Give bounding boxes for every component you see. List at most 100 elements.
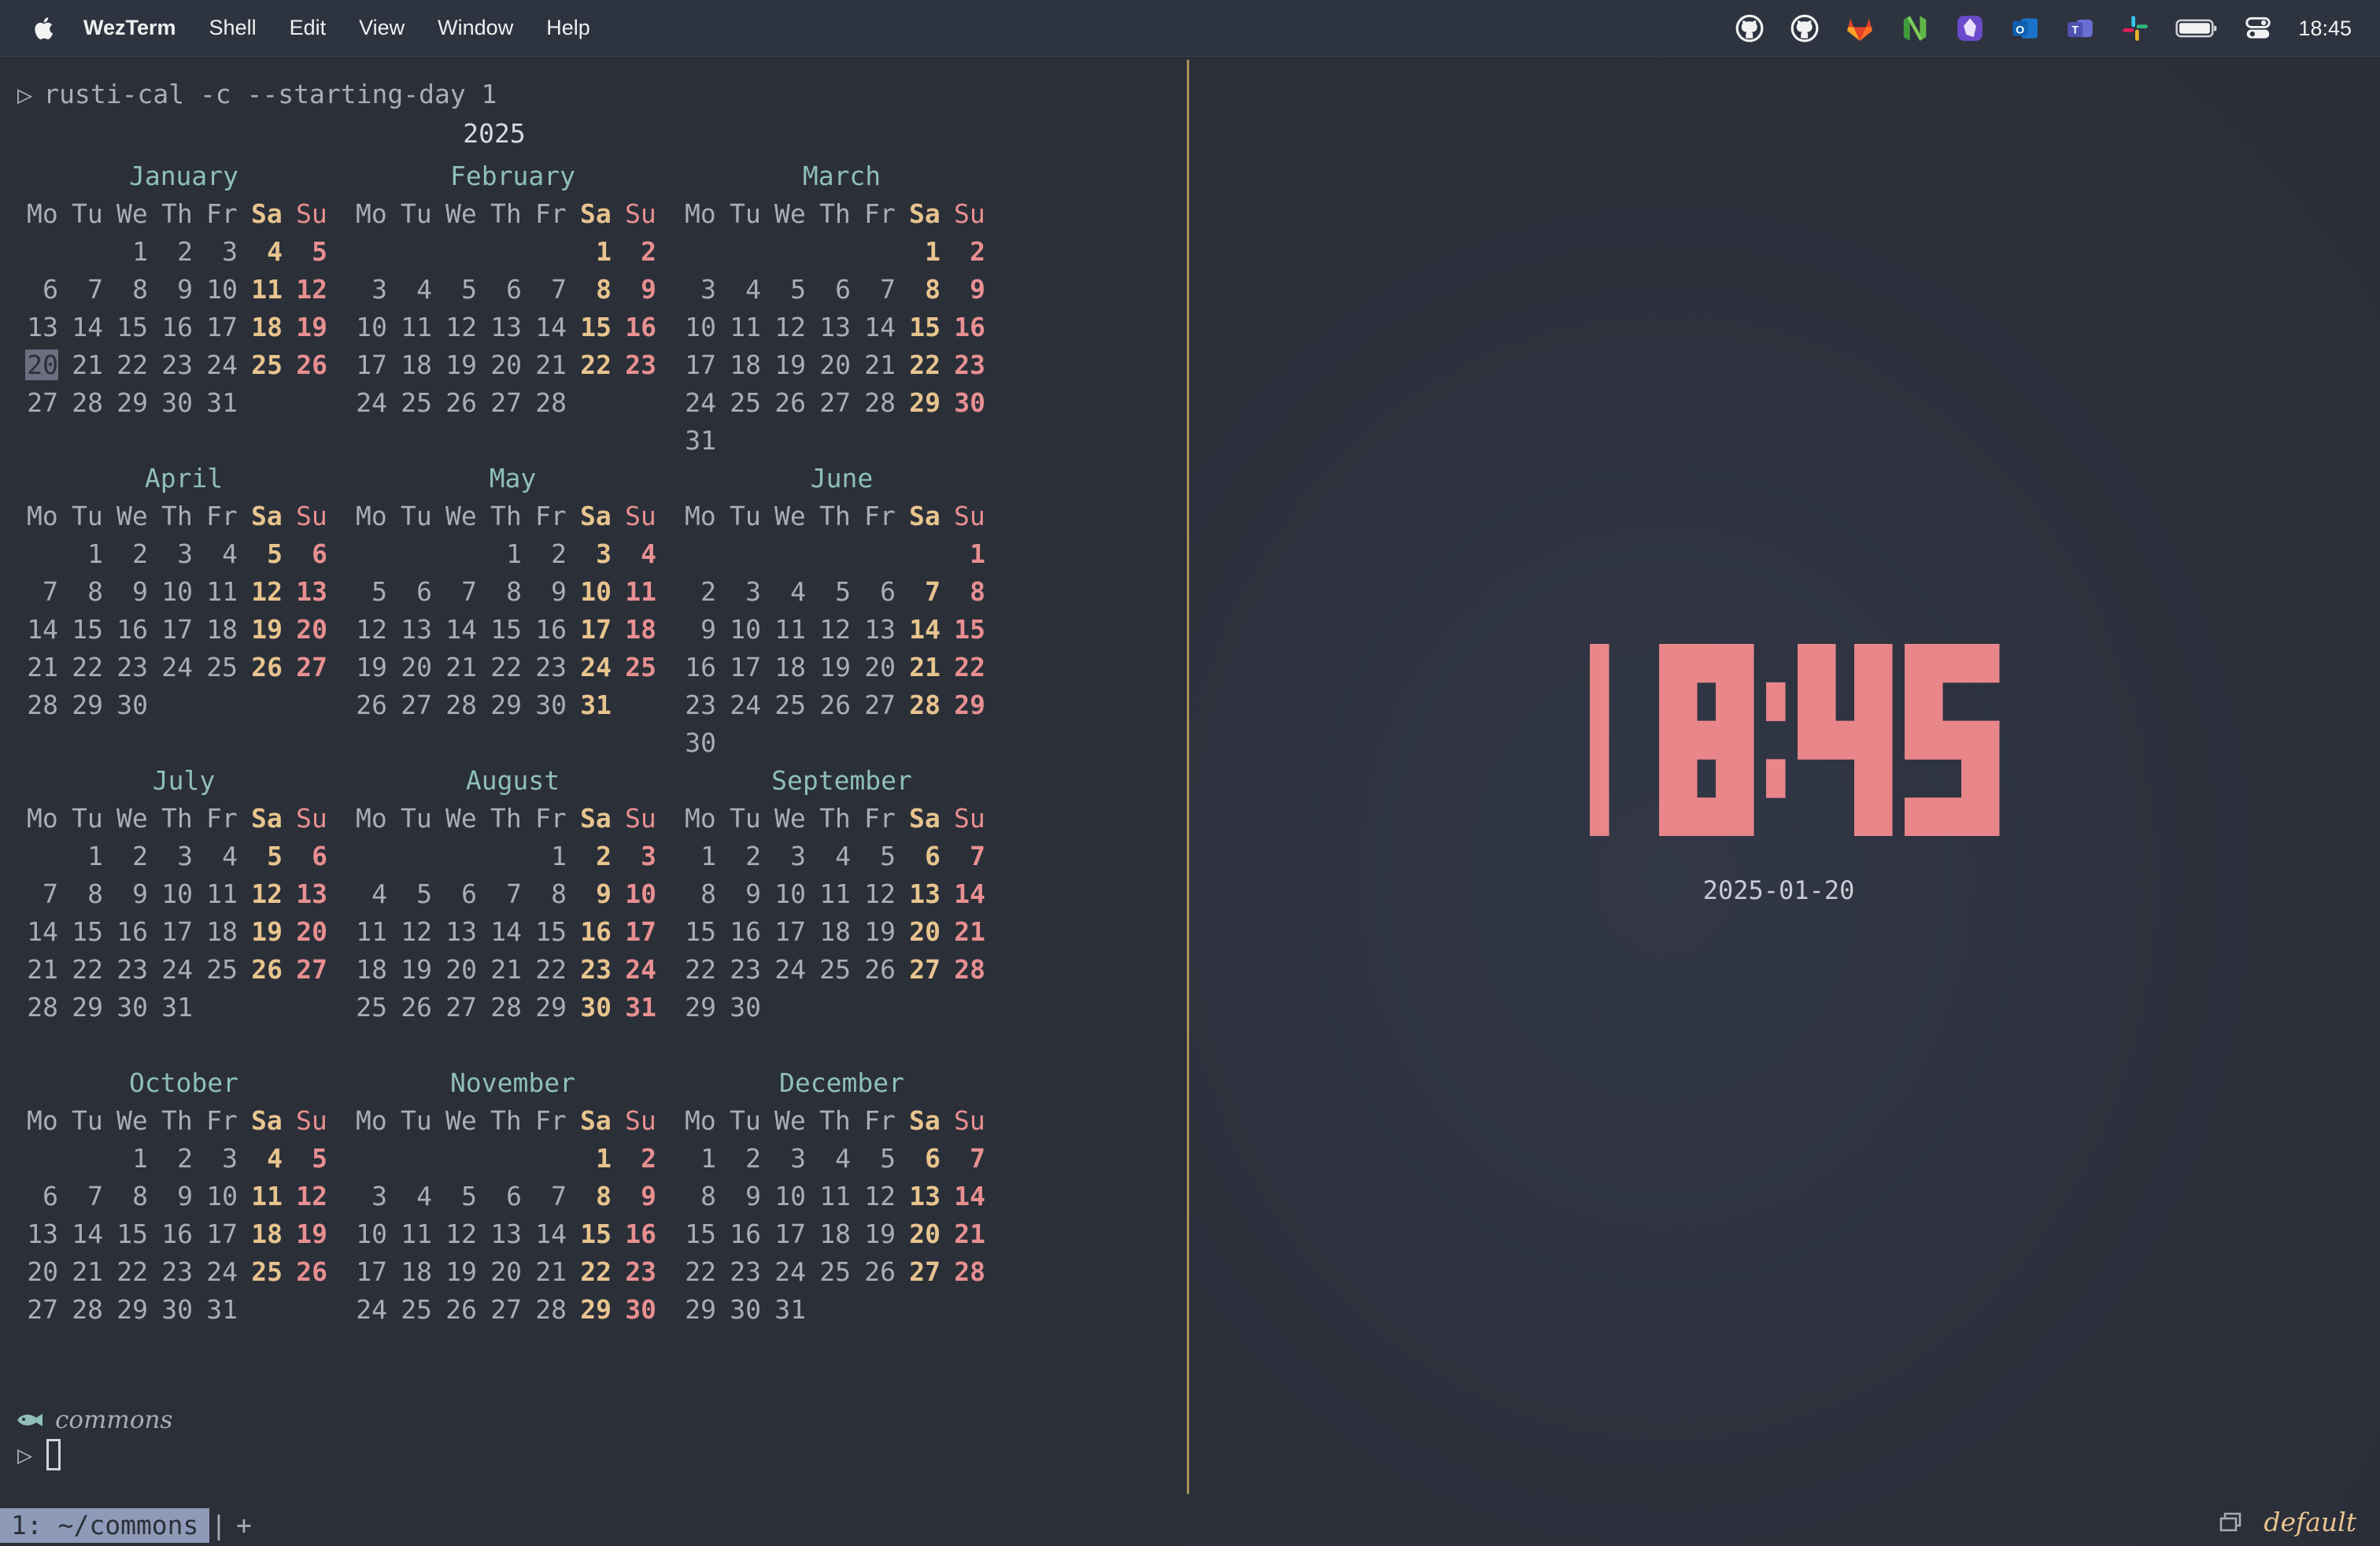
calendar-day: 21 xyxy=(72,1256,103,1287)
github-icon[interactable] xyxy=(1733,12,1766,45)
calendar-day: 14 xyxy=(535,1219,567,1249)
weekday-header: Th xyxy=(490,1105,522,1136)
terminal-pane[interactable]: ▷ rusti-cal -c --starting-day 1 2025 Jan… xyxy=(0,60,1187,1494)
clock-pixel xyxy=(1735,759,1754,798)
calendar-day: 24 xyxy=(774,1256,806,1287)
weekday-header: We xyxy=(116,803,148,834)
calendar-day: 25 xyxy=(819,1256,851,1287)
calendar-day: 22 xyxy=(685,1256,716,1287)
weekday-header: Su xyxy=(954,803,985,834)
menu-help[interactable]: Help xyxy=(546,16,590,40)
weekday-header: Mo xyxy=(685,198,716,229)
calendar-day: 15 xyxy=(954,614,985,645)
calendar-day: 2 xyxy=(641,1143,656,1174)
calendar-day: 5 xyxy=(267,841,283,871)
calendar-day: 24 xyxy=(580,652,612,682)
gitlab-icon[interactable] xyxy=(1843,12,1876,45)
tab-active[interactable]: 1: ~/commons xyxy=(0,1508,210,1543)
weekday-header: Sa xyxy=(251,501,283,531)
calendar-day: 7 xyxy=(42,576,58,607)
calendar-day: 7 xyxy=(551,1181,567,1211)
clock-pixel xyxy=(1697,720,1717,760)
calendar-day: 28 xyxy=(535,1294,567,1325)
calendar-day: 19 xyxy=(401,954,432,985)
clock-pixel xyxy=(1905,797,1924,837)
calendar-day: 3 xyxy=(700,274,716,305)
weekday-header: Fr xyxy=(206,198,238,229)
calendar-day: 30 xyxy=(161,387,193,418)
calendar-day: 19 xyxy=(251,614,283,645)
clock-pixel xyxy=(1961,644,1981,683)
menubar-clock[interactable]: 18:45 xyxy=(2298,17,2352,41)
calendar-day: 29 xyxy=(72,690,103,720)
weekday-header: Fr xyxy=(535,1105,567,1136)
teams-icon[interactable]: T xyxy=(2064,12,2097,45)
menu-window[interactable]: Window xyxy=(438,16,513,40)
prompt-input[interactable]: ▷ xyxy=(17,1439,61,1470)
calendar-day: 13 xyxy=(819,312,851,342)
slack-icon[interactable] xyxy=(2119,12,2152,45)
apple-menu-icon[interactable] xyxy=(31,15,55,42)
calendar-day: 21 xyxy=(27,954,58,985)
calendar-day: 3 xyxy=(371,274,387,305)
obsidian-icon[interactable] xyxy=(1953,12,1986,45)
calendar-day: 11 xyxy=(401,1219,432,1249)
outlook-icon[interactable]: O xyxy=(2009,12,2042,45)
calendar-day: 1 xyxy=(506,538,522,569)
weekday-header: Fr xyxy=(864,198,896,229)
calendar-day: 14 xyxy=(27,614,58,645)
weekday-header: Su xyxy=(625,501,656,531)
calendar-day: 9 xyxy=(745,878,761,909)
calendar-day: 29 xyxy=(909,387,941,418)
calendar-day: 21 xyxy=(535,1256,567,1287)
weekday-header: Tu xyxy=(730,501,761,531)
clock-pixel xyxy=(1854,797,1874,837)
calendar-day: 9 xyxy=(641,274,656,305)
calendar-day: 6 xyxy=(312,841,327,871)
calendar-day: 6 xyxy=(416,576,432,607)
calendar-day: 29 xyxy=(72,992,103,1023)
menu-shell[interactable]: Shell xyxy=(209,16,257,40)
clock-pixel xyxy=(1678,720,1698,760)
neovim-icon[interactable] xyxy=(1898,12,1931,45)
clock-pixel xyxy=(1924,644,1943,683)
calendar-day: 5 xyxy=(461,274,477,305)
calendar-day: 5 xyxy=(461,1181,477,1211)
calendar-day: 21 xyxy=(954,1219,985,1249)
calendar-day: 2 xyxy=(132,841,148,871)
battery-icon[interactable] xyxy=(2174,12,2219,45)
calendar-day: 16 xyxy=(580,916,612,947)
menu-app-name[interactable]: WezTerm xyxy=(83,16,176,40)
calendar-day: 22 xyxy=(72,652,103,682)
calendar-day: 10 xyxy=(580,576,612,607)
calendar-day: 5 xyxy=(267,538,283,569)
calendar-day: 10 xyxy=(206,274,238,305)
calendar-day: 14 xyxy=(909,614,941,645)
control-center-icon[interactable] xyxy=(2241,12,2275,45)
calendar-day: 18 xyxy=(819,1219,851,1249)
new-tab-button[interactable]: + xyxy=(236,1508,252,1543)
calendar-day: 4 xyxy=(641,538,656,569)
calendar-day: 3 xyxy=(177,538,193,569)
clock-pixel xyxy=(1961,759,1981,798)
weekday-header: Th xyxy=(490,198,522,229)
calendar-day: 11 xyxy=(401,312,432,342)
github-icon[interactable] xyxy=(1788,12,1821,45)
calendar-day: 15 xyxy=(580,1219,612,1249)
calendar-day: 18 xyxy=(206,916,238,947)
weekday-header: Sa xyxy=(909,198,941,229)
calendar-day: 16 xyxy=(730,916,761,947)
clock-pixel xyxy=(1924,720,1943,760)
calendar-day: 18 xyxy=(251,1219,283,1249)
menu-view[interactable]: View xyxy=(359,16,405,40)
menu-edit[interactable]: Edit xyxy=(290,16,327,40)
calendar-day: 29 xyxy=(685,992,716,1023)
clock-pixel xyxy=(1854,682,1874,722)
workspace-indicator[interactable]: default xyxy=(2219,1507,2356,1537)
calendar-day: 2 xyxy=(551,538,567,569)
calendar-day: 15 xyxy=(490,614,522,645)
calendar-day: 2 xyxy=(745,841,761,871)
tab-separator: | xyxy=(211,1510,227,1540)
calendar-day: 22 xyxy=(685,954,716,985)
calendar-day: 29 xyxy=(535,992,567,1023)
